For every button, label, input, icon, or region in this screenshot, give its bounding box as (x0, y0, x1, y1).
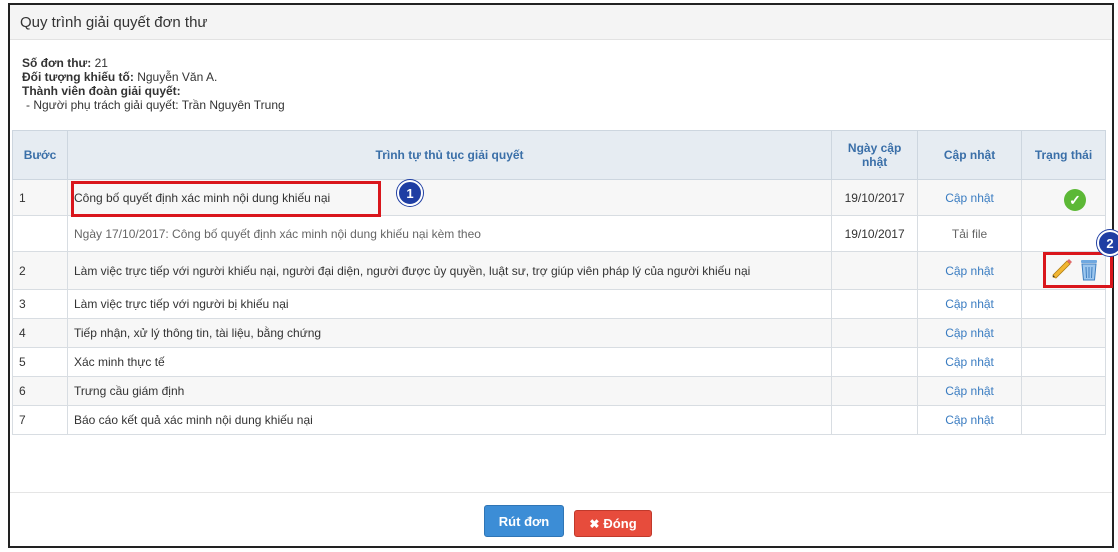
cell-date (831, 251, 919, 290)
dialog-title: Quy trình giải quyết đơn thư (20, 13, 208, 31)
cell-step: 4 (12, 318, 68, 348)
case-number-value: 21 (94, 56, 108, 70)
complainant-value: Nguyễn Văn A. (137, 70, 218, 84)
cell-date (831, 376, 919, 406)
cell-date (831, 318, 919, 348)
update-link[interactable]: Cập nhật (917, 289, 1022, 319)
table-row: 3 Làm việc trực tiếp với người bị khiếu … (12, 289, 1106, 319)
case-number-line: Số đơn thư: 21 (22, 56, 1112, 70)
cell-procedure: Ngày 17/10/2017: Công bố quyết định xác … (66, 215, 833, 252)
cell-step: 5 (12, 347, 68, 377)
update-link[interactable]: Cập nhật (917, 405, 1022, 435)
dialog-footer (10, 492, 1112, 493)
cell-status (1021, 215, 1106, 252)
team-label: Thành viên đoàn giải quyết: (22, 84, 181, 98)
procedure-table: Bước Trình tự thủ tục giải quyết Ngày cậ… (12, 130, 1106, 435)
cell-step: 2 (12, 251, 68, 290)
cell-status (1021, 289, 1106, 319)
completed-check-icon: ✓ (1064, 189, 1086, 211)
highlight-box-actions (1043, 252, 1113, 288)
case-info: Số đơn thư: 21 Đối tượng khiếu tố: Nguyễ… (10, 40, 1112, 112)
cell-date (831, 289, 919, 319)
cell-status (1021, 318, 1106, 348)
table-row: 6 Trưng cầu giám định Cập nhật (12, 376, 1106, 406)
complainant-line: Đối tượng khiếu tố: Nguyễn Văn A. (22, 70, 1112, 84)
highlight-box-step1 (71, 181, 381, 217)
cell-date: 19/10/2017 (831, 215, 919, 252)
download-file-link[interactable]: Tải file (917, 215, 1022, 252)
case-number-label: Số đơn thư: (22, 56, 92, 70)
annotation-badge-1: 1 (397, 180, 423, 206)
table-row: 2 Làm việc trực tiếp với người khiếu nại… (12, 251, 1106, 290)
update-link[interactable]: Cập nhật (917, 179, 1022, 216)
table-header-row: Bước Trình tự thủ tục giải quyết Ngày cậ… (12, 130, 1106, 180)
update-link[interactable]: Cập nhật (917, 251, 1022, 290)
cell-procedure: Xác minh thực tế (66, 347, 833, 377)
cell-status (1021, 347, 1106, 377)
cell-status (1021, 405, 1106, 435)
cell-date (831, 405, 919, 435)
col-header-procedure: Trình tự thủ tục giải quyết (66, 130, 833, 180)
cell-procedure: Làm việc trực tiếp với người bị khiếu nạ… (66, 289, 833, 319)
table-row: 4 Tiếp nhận, xử lý thông tin, tài liệu, … (12, 318, 1106, 348)
update-link[interactable]: Cập nhật (917, 347, 1022, 377)
dialog-header: Quy trình giải quyết đơn thư (10, 5, 1112, 40)
col-header-step: Bước (12, 130, 68, 180)
table-subrow: Ngày 17/10/2017: Công bố quyết định xác … (12, 215, 1106, 252)
person-in-charge: - Người phụ trách giải quyết: Trần Nguyê… (26, 98, 285, 112)
close-icon: ✖ (589, 516, 600, 531)
cell-step: 1 (12, 179, 68, 216)
col-header-status: Trạng thái (1021, 130, 1106, 180)
cell-step: 6 (12, 376, 68, 406)
cell-procedure: Báo cáo kết quả xác minh nội dung khiếu … (66, 405, 833, 435)
table-row: 7 Báo cáo kết quả xác minh nội dung khiế… (12, 405, 1106, 435)
withdraw-button[interactable]: Rút đơn (484, 505, 564, 537)
cell-date (831, 347, 919, 377)
annotation-badge-2: 2 (1097, 230, 1118, 256)
cell-status (1021, 376, 1106, 406)
close-button-label: Đóng (603, 516, 637, 531)
complainant-label: Đối tượng khiếu tố: (22, 70, 134, 84)
cell-step: 7 (12, 405, 68, 435)
cell-step: 3 (12, 289, 68, 319)
col-header-update: Cập nhật (917, 130, 1022, 180)
cell-procedure: Trưng cầu giám định (66, 376, 833, 406)
cell-step (12, 215, 68, 252)
update-link[interactable]: Cập nhật (917, 376, 1022, 406)
cell-date: 19/10/2017 (831, 179, 919, 216)
table-row: 5 Xác minh thực tế Cập nhật (12, 347, 1106, 377)
team-line: Thành viên đoàn giải quyết: (22, 84, 1112, 98)
cell-procedure: Làm việc trực tiếp với người khiếu nại, … (66, 251, 833, 290)
close-button[interactable]: ✖ Đóng (574, 510, 652, 537)
cell-procedure: Tiếp nhận, xử lý thông tin, tài liệu, bằ… (66, 318, 833, 348)
col-header-date: Ngày cập nhật (831, 130, 919, 180)
update-link[interactable]: Cập nhật (917, 318, 1022, 348)
